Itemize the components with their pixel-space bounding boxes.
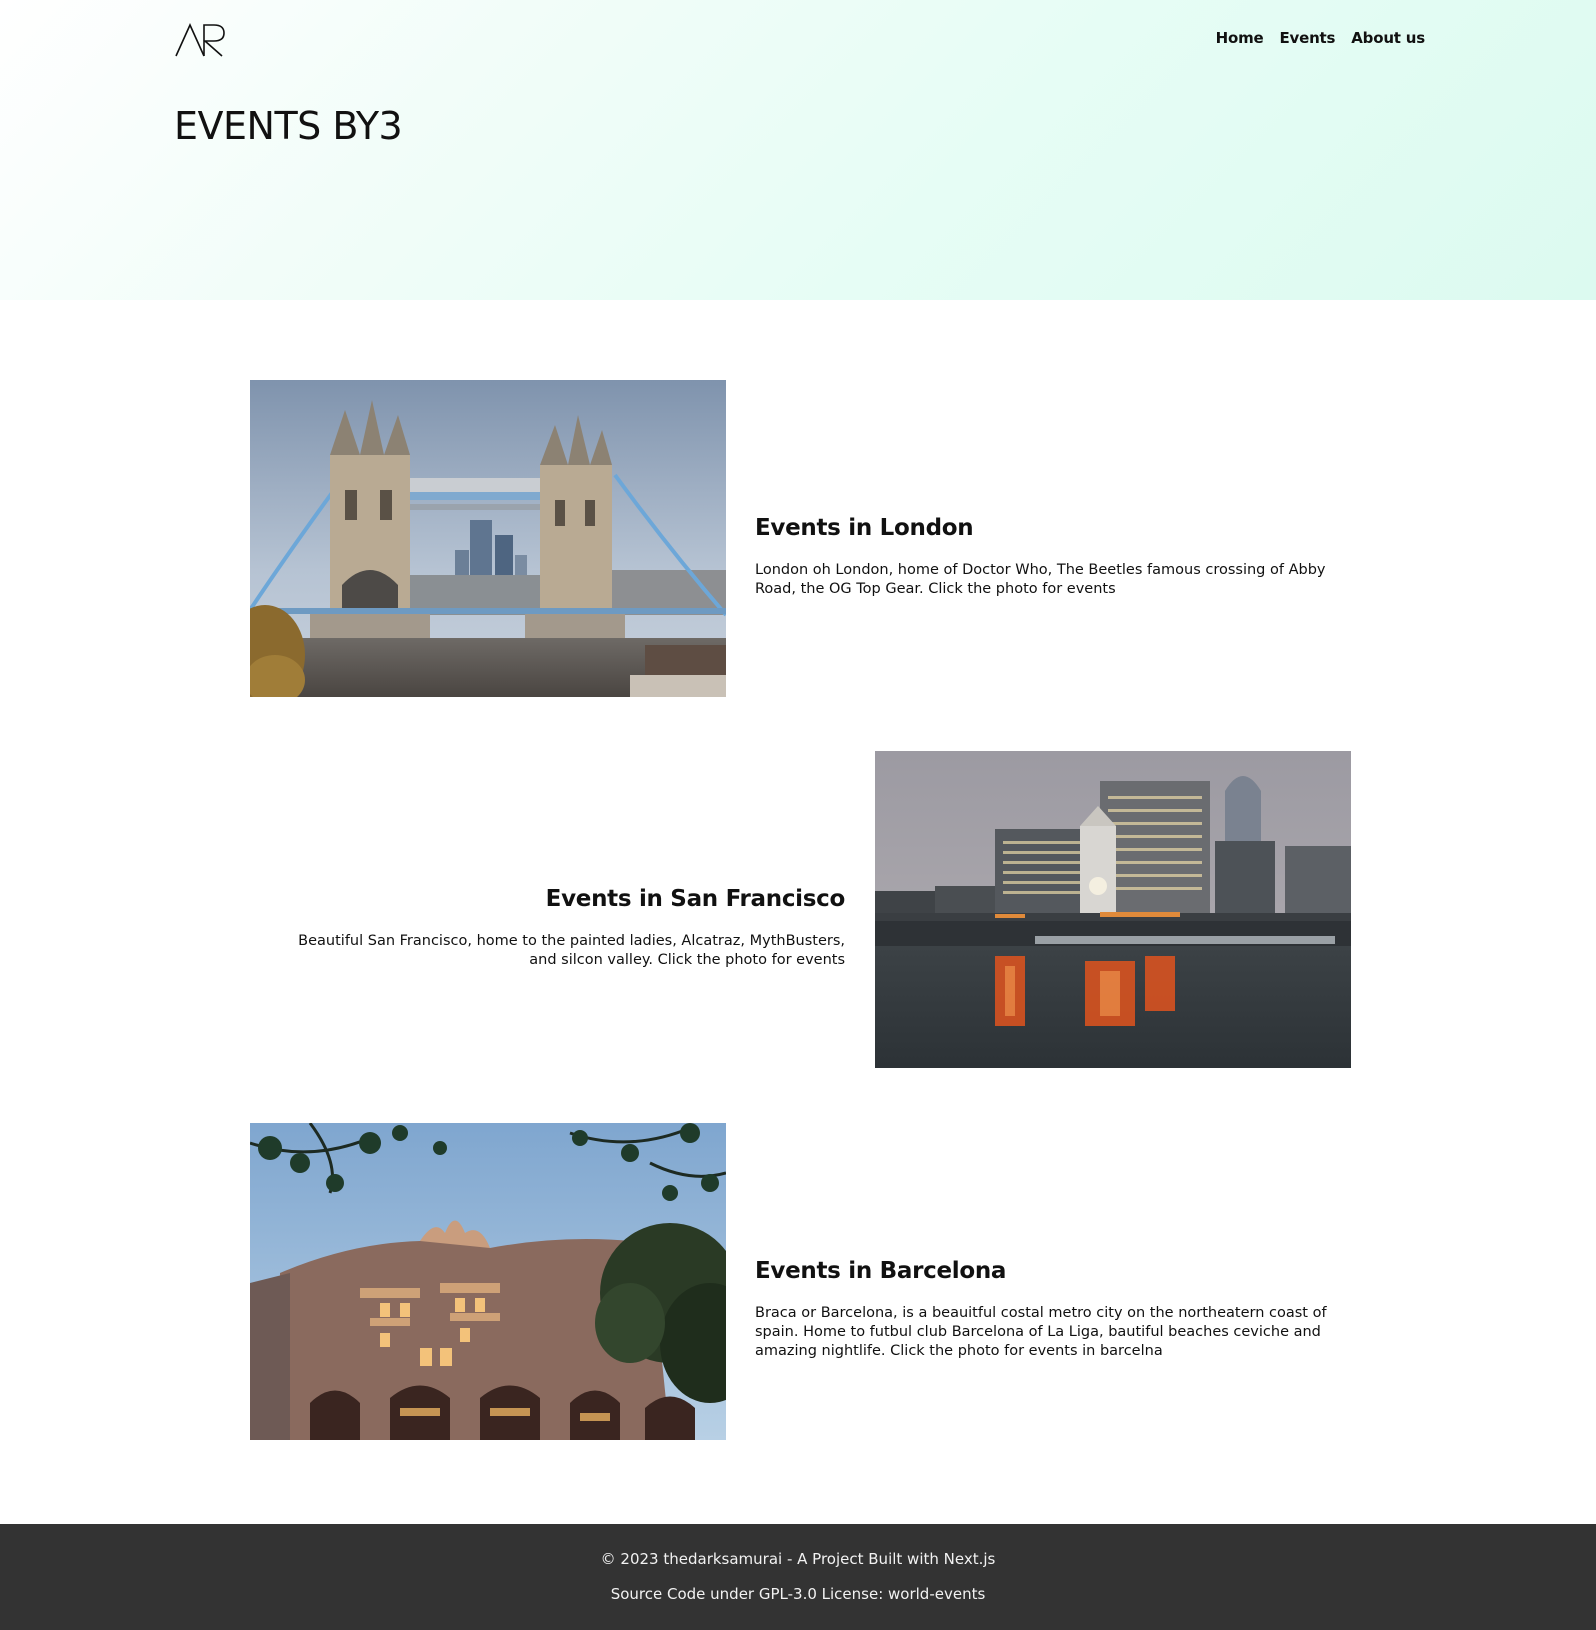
main-nav: Home Events About us: [1216, 29, 1426, 47]
event-title: Events in Barcelona: [755, 1258, 1007, 1284]
event-text-san-francisco: Events in San Francisco Beautiful San Fr…: [272, 886, 845, 970]
event-text-london: Events in London London oh London, home …: [755, 515, 1335, 599]
page-title: EVENTS BY3: [174, 104, 403, 148]
event-card-barcelona[interactable]: Events in Barcelona Braca or Barcelona, …: [250, 1123, 1351, 1440]
event-title: Events in London: [755, 515, 974, 541]
copyright-text: © 2023 thedarksamurai - A Project Built …: [600, 1550, 996, 1568]
logo-mark-icon: [175, 23, 225, 57]
nav-about-link[interactable]: About us: [1351, 29, 1425, 47]
nav-events-link[interactable]: Events: [1279, 29, 1335, 47]
casa-batllo-photo[interactable]: [250, 1123, 726, 1440]
event-card-san-francisco[interactable]: Events in San Francisco Beautiful San Fr…: [250, 751, 1351, 1068]
event-title: Events in San Francisco: [545, 886, 846, 912]
event-card-london[interactable]: Events in London London oh London, home …: [250, 380, 1351, 697]
site-logo[interactable]: [174, 22, 228, 58]
ferry-building-photo[interactable]: [875, 751, 1351, 1068]
event-text-barcelona: Events in Barcelona Braca or Barcelona, …: [755, 1258, 1335, 1361]
site-footer: © 2023 thedarksamurai - A Project Built …: [0, 1524, 1596, 1630]
event-description: London oh London, home of Doctor Who, Th…: [755, 562, 1326, 597]
source-code-link[interactable]: world-events: [888, 1585, 985, 1603]
license-prefix: Source Code under GPL-3.0 License:: [610, 1585, 889, 1603]
tower-bridge-photo[interactable]: [250, 380, 726, 697]
license-text: Source Code under GPL-3.0 License: world…: [0, 1585, 1596, 1603]
nav-home-link[interactable]: Home: [1216, 29, 1264, 47]
event-description: Braca or Barcelona, is a beauitful costa…: [755, 1305, 1327, 1359]
event-description: Beautiful San Francisco, home to the pai…: [298, 933, 845, 968]
site-header: Home Events About us EVENTS BY3: [0, 0, 1596, 300]
